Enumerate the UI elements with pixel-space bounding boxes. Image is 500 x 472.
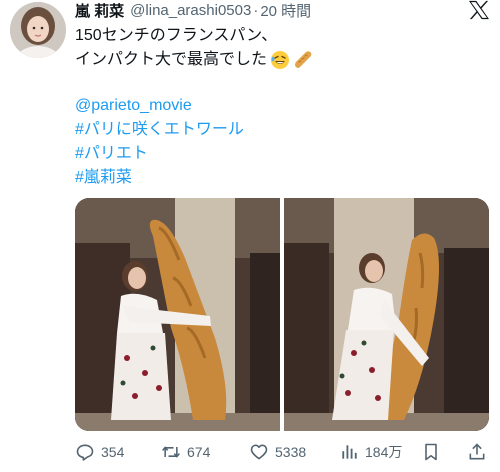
reply-icon [76,444,94,461]
media-grid [75,198,489,431]
bookmark-button[interactable] [421,442,447,462]
hashtag-link[interactable]: #嵐莉菜 [75,169,132,186]
repost-count: 674 [187,444,211,460]
photo-right[interactable] [284,198,489,431]
repost-icon [162,446,180,458]
tweet-text: 150センチのフランスパン、 インパクト大で最高でした [75,24,485,72]
tweet-timestamp[interactable]: 20 時間 [260,0,311,21]
baguette-emoji [295,51,312,68]
like-button[interactable]: 5338 [249,442,306,462]
x-logo-icon[interactable] [468,0,490,20]
share-button[interactable] [467,442,493,462]
like-icon [250,444,268,460]
action-bar: 354 674 5338 184万 [75,438,495,466]
hashtag-link[interactable]: #パリエト [75,145,148,162]
reply-button[interactable]: 354 [75,442,124,462]
repost-button[interactable]: 674 [161,442,210,462]
rolling-laughing-emoji [271,51,290,69]
reply-count: 354 [101,444,125,460]
tweet-line-1: 150センチのフランスパン、 [75,27,278,44]
views-count: 184万 [365,444,403,460]
views-icon [342,445,357,459]
tweet-links: @parieto_movie #パリに咲くエトワール #パリエト #嵐莉菜 [75,94,244,190]
mention-link[interactable]: @parieto_movie [75,97,192,114]
photo-left[interactable] [75,198,280,431]
tweet-header: 嵐 莉菜 @lina_arashi0503 · 20 時間 [75,0,311,20]
views-button[interactable]: 184万 [339,442,402,462]
tweet-line-2: インパクト大で最高でした [75,51,268,68]
author-name[interactable]: 嵐 莉菜 [75,0,124,21]
hashtag-link[interactable]: #パリに咲くエトワール [75,121,244,138]
author-handle[interactable]: @lina_arashi0503 [130,2,251,19]
avatar[interactable] [10,2,66,58]
share-icon [469,443,485,460]
bookmark-icon [425,443,437,461]
separator-dot: · [253,1,259,19]
like-count: 5338 [275,444,307,460]
